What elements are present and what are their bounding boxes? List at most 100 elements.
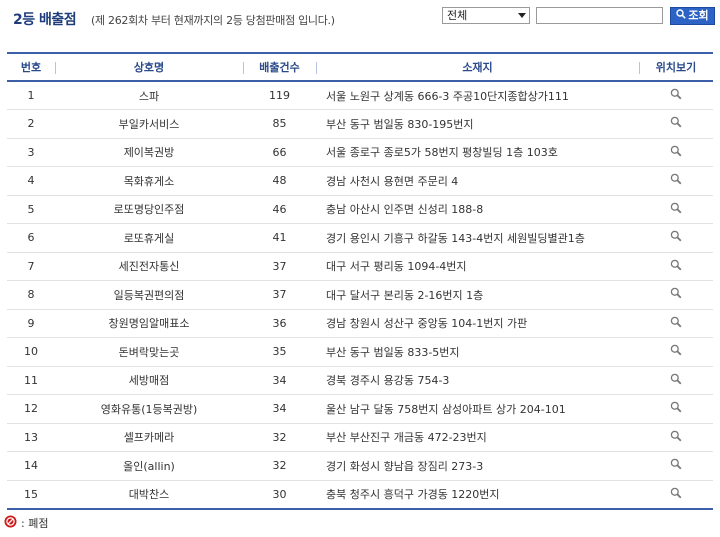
- row-number: 1: [7, 81, 55, 110]
- magnifier-icon[interactable]: [670, 230, 682, 245]
- row-store-name: 세진전자통신: [55, 252, 243, 281]
- row-count: 85: [243, 109, 316, 139]
- search-button[interactable]: 조회: [670, 7, 715, 25]
- row-store-name: 부일카서비스: [55, 109, 243, 139]
- column-header-number: 번호: [7, 52, 55, 82]
- row-count: 37: [243, 252, 316, 281]
- row-store-name: 돈벼락맞는곳: [55, 337, 243, 367]
- column-header-name: 상호명: [55, 52, 243, 82]
- magnifier-icon[interactable]: [670, 259, 682, 274]
- row-address: 충남 아산시 인주면 신성리 188-8: [316, 195, 639, 224]
- row-number: 2: [7, 109, 55, 139]
- row-count: 34: [243, 366, 316, 395]
- column-header-count: 배출건수: [243, 52, 316, 82]
- row-address: 경북 경주시 용강동 754-3: [316, 366, 639, 395]
- row-address: 울산 남구 달동 758번지 삼성아파트 상가 204-101: [316, 394, 639, 424]
- row-location-cell: [639, 166, 713, 196]
- row-count: 46: [243, 195, 316, 224]
- row-location-cell: [639, 480, 713, 510]
- table-row: 9 창원명임알매표소 36 경남 창원시 성산구 중앙동 104-1번지 가판: [7, 309, 713, 338]
- magnifier-icon[interactable]: [670, 287, 682, 302]
- table-row: 4 목화휴게소 48 경남 사천시 용현면 주문리 4: [7, 166, 713, 196]
- table-row: 2 부일카서비스 85 부산 동구 범일동 830-195번지: [7, 109, 713, 139]
- row-number: 14: [7, 451, 55, 481]
- row-address: 충북 청주시 흥덕구 가경동 1220번지: [316, 480, 639, 510]
- row-count: 66: [243, 138, 316, 167]
- region-select[interactable]: 전체: [442, 7, 530, 24]
- row-location-cell: [639, 451, 713, 481]
- legend: : 폐점: [4, 515, 48, 531]
- column-header-address: 소재지: [316, 52, 639, 82]
- page-title: 2등 배출점: [13, 12, 77, 28]
- row-location-cell: [639, 109, 713, 139]
- row-location-cell: [639, 309, 713, 338]
- row-location-cell: [639, 81, 713, 110]
- magnifier-icon[interactable]: [670, 373, 682, 388]
- row-count: 32: [243, 423, 316, 452]
- row-store-name: 영화유통(1등복권방): [55, 394, 243, 424]
- row-count: 37: [243, 280, 316, 310]
- magnifier-icon[interactable]: [670, 116, 682, 131]
- table-header-row: 번호 상호명 배출건수 소재지 위치보기: [7, 52, 713, 82]
- row-location-cell: [639, 394, 713, 424]
- row-store-name: 올인(allin): [55, 451, 243, 481]
- magnifier-icon[interactable]: [670, 202, 682, 217]
- row-address: 경남 사천시 용현면 주문리 4: [316, 166, 639, 196]
- table-row: 12 영화유통(1등복권방) 34 울산 남구 달동 758번지 삼성아파트 상가 2…: [7, 394, 713, 424]
- row-address: 부산 동구 범일동 830-195번지: [316, 109, 639, 139]
- table-row: 3 제이복권방 66 서울 종로구 종로5가 58번지 평창빌딩 1층 103호: [7, 138, 713, 167]
- magnifier-icon[interactable]: [670, 430, 682, 445]
- row-address: 부산 동구 범일동 833-5번지: [316, 337, 639, 367]
- row-location-cell: [639, 337, 713, 367]
- row-address: 부산 부산진구 개금동 472-23번지: [316, 423, 639, 452]
- row-store-name: 목화휴게소: [55, 166, 243, 196]
- table-row: 7 세진전자통신 37 대구 서구 평리동 1094-4번지: [7, 252, 713, 281]
- magnifier-icon[interactable]: [670, 401, 682, 416]
- row-number: 3: [7, 138, 55, 167]
- row-number: 6: [7, 223, 55, 253]
- row-address: 경기 용인시 기흥구 하갈동 143-4번지 세원빌딩별관1층: [316, 223, 639, 253]
- row-store-name: 스파: [55, 81, 243, 110]
- magnifier-icon[interactable]: [670, 344, 682, 359]
- search-icon: [676, 8, 687, 24]
- row-address: 경남 창원시 성산구 중앙동 104-1번지 가판: [316, 309, 639, 338]
- table-body: 1 스파 119 서울 노원구 상계동 666-3 주공10단지종합상가111 2 부일카…: [7, 81, 713, 510]
- table-row: 1 스파 119 서울 노원구 상계동 666-3 주공10단지종합상가111: [7, 81, 713, 110]
- header: 2등 배출점 (제 262회차 부터 현재까지의 2등 당첨판매점 입니다.) …: [0, 0, 720, 40]
- row-store-name: 일등복권편의점: [55, 280, 243, 310]
- table-row: 5 로또명당인주점 46 충남 아산시 인주면 신성리 188-8: [7, 195, 713, 224]
- row-count: 30: [243, 480, 316, 510]
- row-number: 12: [7, 394, 55, 424]
- row-count: 35: [243, 337, 316, 367]
- row-location-cell: [639, 252, 713, 281]
- row-location-cell: [639, 280, 713, 310]
- magnifier-icon[interactable]: [670, 487, 682, 502]
- row-count: 119: [243, 81, 316, 110]
- row-store-name: 로또명당인주점: [55, 195, 243, 224]
- chevron-down-icon: [518, 13, 526, 18]
- magnifier-icon[interactable]: [670, 316, 682, 331]
- magnifier-icon[interactable]: [670, 145, 682, 160]
- row-address: 대구 달서구 본리동 2-16번지 1층: [316, 280, 639, 310]
- row-number: 15: [7, 480, 55, 510]
- table-row: 11 세방매점 34 경북 경주시 용강동 754-3: [7, 366, 713, 395]
- row-store-name: 대박찬스: [55, 480, 243, 510]
- row-store-name: 제이복권방: [55, 138, 243, 167]
- magnifier-icon[interactable]: [670, 173, 682, 188]
- region-select-value: 전체: [447, 9, 468, 22]
- row-number: 4: [7, 166, 55, 196]
- closed-icon: [4, 515, 17, 531]
- search-input[interactable]: [536, 7, 663, 24]
- table-row: 15 대박찬스 30 충북 청주시 흥덕구 가경동 1220번지: [7, 480, 713, 510]
- row-number: 13: [7, 423, 55, 452]
- row-count: 36: [243, 309, 316, 338]
- magnifier-icon[interactable]: [670, 88, 682, 103]
- row-address: 서울 노원구 상계동 666-3 주공10단지종합상가111: [316, 81, 639, 110]
- table-row: 6 로또휴게실 41 경기 용인시 기흥구 하갈동 143-4번지 세원빌딩별관1층: [7, 223, 713, 253]
- row-number: 10: [7, 337, 55, 367]
- magnifier-icon[interactable]: [670, 458, 682, 473]
- table-row: 13 셀프카메라 32 부산 부산진구 개금동 472-23번지: [7, 423, 713, 452]
- store-table: 번호 상호명 배출건수 소재지 위치보기 1 스파 119 서울 노원구 상계동 66…: [7, 52, 713, 510]
- legend-label: : 폐점: [21, 517, 49, 530]
- row-count: 41: [243, 223, 316, 253]
